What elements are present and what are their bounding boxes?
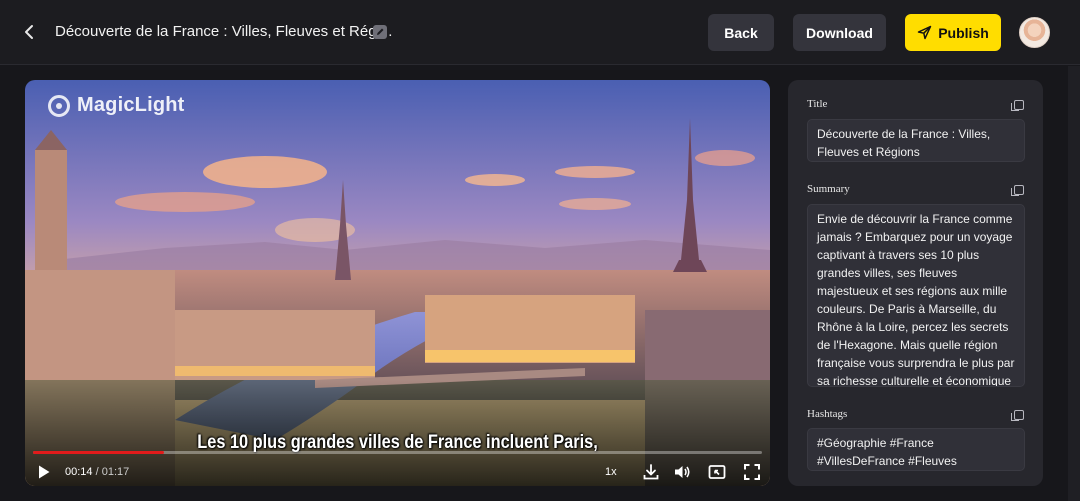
duration: 01:17: [101, 466, 130, 478]
avatar[interactable]: [1019, 17, 1050, 48]
download-button[interactable]: Download: [793, 14, 886, 51]
time-display: 00:14 / 01:17: [65, 466, 130, 478]
play-icon[interactable]: [37, 464, 51, 480]
copy-summary-icon[interactable]: [1011, 185, 1024, 196]
watermark-text: MagicLight: [77, 94, 185, 116]
playback-speed[interactable]: 1x: [605, 466, 617, 478]
title-label: Title: [807, 98, 828, 110]
hashtags-field[interactable]: #Géographie #France #VillesDeFrance #Fle…: [807, 428, 1025, 471]
publish-button[interactable]: Publish: [905, 14, 1001, 51]
send-icon: [917, 25, 932, 40]
edit-icon[interactable]: [373, 25, 387, 39]
page-title: Découverte de la France : Villes, Fleuve…: [55, 23, 393, 40]
title-field[interactable]: Découverte de la France : Villes, Fleuve…: [807, 119, 1025, 162]
summary-field[interactable]: Envie de découvrir la France comme jamai…: [807, 204, 1025, 387]
volume-icon[interactable]: [672, 462, 692, 482]
download-icon[interactable]: [641, 462, 661, 482]
publish-label: Publish: [938, 24, 989, 41]
pip-icon[interactable]: [707, 462, 727, 482]
chevron-left-icon[interactable]: [18, 20, 40, 44]
scrollbar-track[interactable]: [1068, 66, 1080, 501]
hashtags-label: Hashtags: [807, 408, 848, 420]
magiclight-watermark: MagicLight: [48, 94, 185, 117]
video-controls: 00:14 / 01:17 1x: [25, 460, 770, 484]
summary-label: Summary: [807, 183, 850, 195]
copy-title-icon[interactable]: [1011, 100, 1024, 111]
magiclight-logo-icon: [48, 94, 70, 117]
progress-bar[interactable]: [33, 451, 762, 454]
copy-hashtags-icon[interactable]: [1011, 410, 1024, 421]
progress-fill: [33, 451, 165, 454]
current-time: 00:14: [65, 466, 93, 478]
top-bar: Découverte de la France : Villes, Fleuve…: [0, 0, 1080, 65]
video-player[interactable]: MagicLight Les 10 plus grandes villes de…: [25, 80, 770, 486]
back-button[interactable]: Back: [708, 14, 774, 51]
video-frame: [25, 80, 770, 486]
metadata-panel: Title Découverte de la France : Villes, …: [788, 80, 1043, 486]
fullscreen-icon[interactable]: [742, 462, 762, 482]
